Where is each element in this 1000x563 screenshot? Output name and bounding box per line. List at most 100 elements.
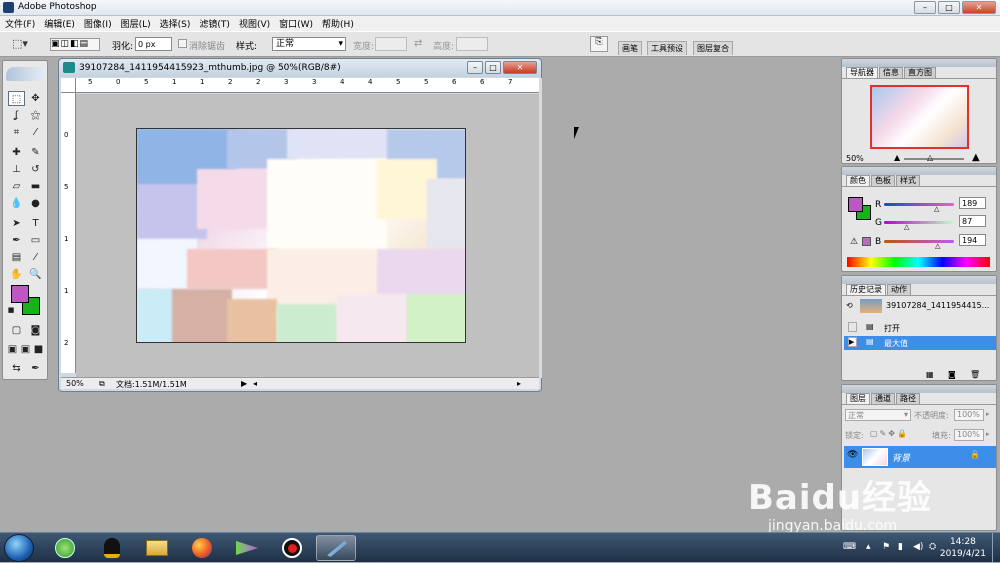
menu-filter[interactable]: 滤镜(T) xyxy=(199,17,230,30)
menu-image[interactable]: 图像(I) xyxy=(84,17,112,30)
taskbar-clock[interactable]: 14:28 2019/4/21 xyxy=(940,536,986,560)
tray-ime-icon[interactable]: ⛭ xyxy=(929,542,936,552)
pen-tool-icon[interactable]: ✒ xyxy=(8,233,25,248)
healing-brush-icon[interactable]: ✚ xyxy=(8,145,25,160)
menu-help[interactable]: 帮助(H) xyxy=(322,17,354,30)
move-tool-icon[interactable]: ✥ xyxy=(27,91,44,106)
selection-mode-icons[interactable]: ▣◫◧▤ xyxy=(50,38,100,51)
document-titlebar[interactable]: 39107284_1411954415923_mthumb.jpg @ 50%(… xyxy=(59,59,541,77)
tab-histogram[interactable]: 直方图 xyxy=(904,67,936,78)
dodge-tool-icon[interactable]: ● xyxy=(27,196,44,211)
brush-tool-icon[interactable]: ✎ xyxy=(27,145,44,160)
standard-mode-icon[interactable]: ▢ xyxy=(8,323,25,338)
g-slider[interactable] xyxy=(884,221,954,224)
screen-mode-full-menu-icon[interactable]: ▣ xyxy=(19,342,32,357)
slice-tool-icon[interactable]: ⁄ xyxy=(27,125,44,140)
taskbar-media-icon[interactable] xyxy=(227,535,267,561)
type-tool-icon[interactable]: T xyxy=(27,216,44,231)
navigator-thumbnail[interactable] xyxy=(870,85,969,149)
g-slider-thumb[interactable]: △ xyxy=(904,223,909,231)
eraser-tool-icon[interactable]: ▱ xyxy=(8,179,25,194)
taskbar-360-icon[interactable] xyxy=(45,535,85,561)
magic-wand-icon[interactable]: ⚝ xyxy=(27,108,44,123)
tray-keyboard-icon[interactable]: ⌨ xyxy=(843,542,856,552)
feather-logo-icon[interactable] xyxy=(6,67,46,81)
fill-arrow-icon[interactable]: ▸ xyxy=(986,430,990,438)
menu-select[interactable]: 选择(S) xyxy=(160,17,191,30)
zoom-out-icon[interactable]: ▲ xyxy=(894,153,900,162)
tab-swatches[interactable]: 色板 xyxy=(871,175,895,186)
navigator-zoom[interactable]: 50% xyxy=(846,154,864,163)
panel-grip[interactable] xyxy=(842,385,996,393)
menu-layer[interactable]: 图层(L) xyxy=(121,17,151,30)
image-canvas[interactable] xyxy=(136,128,466,343)
screen-mode-full-icon[interactable]: ■ xyxy=(32,342,45,357)
start-button[interactable] xyxy=(4,534,34,562)
scroll-right-icon[interactable]: ▸ xyxy=(517,379,521,388)
history-item[interactable]: ▤ 打开 xyxy=(844,321,996,335)
tab-history[interactable]: 历史记录 xyxy=(846,284,886,295)
menu-view[interactable]: 视图(V) xyxy=(239,17,270,30)
doc-close-button[interactable]: ✕ xyxy=(503,61,537,74)
tab-layer-comps[interactable]: 图层复合 xyxy=(693,41,733,55)
path-select-icon[interactable]: ➤ xyxy=(8,216,25,231)
lasso-tool-icon[interactable]: ʆ xyxy=(8,108,25,123)
taskbar-qq-icon[interactable] xyxy=(92,535,132,561)
jump-icon[interactable]: ✒ xyxy=(27,361,44,376)
history-brush-source-icon[interactable]: ⟲ xyxy=(846,301,853,310)
eye-icon[interactable]: 👁 xyxy=(847,450,858,460)
gradient-tool-icon[interactable]: ▬ xyxy=(27,179,44,194)
opacity-input[interactable]: 100% xyxy=(954,409,984,421)
zoom-level[interactable]: 50% xyxy=(66,379,84,388)
doc-minimize-button[interactable]: – xyxy=(467,61,483,74)
history-item-selected[interactable]: ▶ ▤ 最大值 xyxy=(844,336,996,350)
marquee-tool-icon[interactable]: ⬚ xyxy=(8,91,25,106)
zoom-slider[interactable] xyxy=(904,158,964,160)
b-slider[interactable] xyxy=(884,240,954,243)
imageready-icon[interactable]: ⇆ xyxy=(8,361,25,376)
zoom-in-icon[interactable]: ▲ xyxy=(972,152,980,163)
screen-mode-standard-icon[interactable]: ▣ xyxy=(6,342,19,357)
history-slider-icon[interactable]: ▶ xyxy=(848,337,857,347)
vertical-scrollbar[interactable] xyxy=(539,78,542,378)
crop-tool-icon[interactable]: ⌗ xyxy=(8,125,25,140)
file-browser-icon[interactable]: ⎘ xyxy=(590,36,608,52)
color-spectrum-bar[interactable] xyxy=(847,257,990,267)
feather-input[interactable]: 0 px xyxy=(135,37,172,51)
panel-grip[interactable] xyxy=(842,59,996,67)
tab-color[interactable]: 颜色 xyxy=(846,175,870,186)
r-slider-thumb[interactable]: △ xyxy=(934,205,939,213)
opacity-arrow-icon[interactable]: ▸ xyxy=(986,410,990,418)
tab-layers[interactable]: 图层 xyxy=(846,393,870,404)
history-snapshot[interactable]: ⟲ 39107284_1411954415... xyxy=(844,299,996,313)
tray-network-icon[interactable]: ▮ xyxy=(898,542,903,552)
zoom-tool-icon[interactable]: 🔍 xyxy=(27,267,44,282)
tab-styles[interactable]: 样式 xyxy=(896,175,920,186)
menu-window[interactable]: 窗口(W) xyxy=(279,17,313,30)
foreground-color-swatch[interactable] xyxy=(11,285,29,303)
color-fg-swatch[interactable] xyxy=(848,197,863,212)
doc-maximize-button[interactable]: □ xyxy=(485,61,501,74)
menu-edit[interactable]: 编辑(E) xyxy=(44,17,75,30)
tab-info[interactable]: 信息 xyxy=(879,67,903,78)
clone-stamp-icon[interactable]: ⊥ xyxy=(8,162,25,177)
tab-brushes[interactable]: 画笔 xyxy=(618,41,642,55)
tab-actions[interactable]: 动作 xyxy=(887,284,911,295)
gamut-warning-icon[interactable]: ⚠ xyxy=(850,237,858,247)
taskbar-firefox-icon[interactable] xyxy=(182,535,222,561)
tray-volume-icon[interactable]: ◀) xyxy=(913,542,923,552)
taskbar-photoshop-icon[interactable] xyxy=(316,535,356,561)
r-value[interactable]: 189 xyxy=(959,197,986,209)
default-colors-icon[interactable]: ■ xyxy=(7,306,15,314)
antialias-checkbox[interactable] xyxy=(178,39,187,48)
style-select[interactable]: 正常 ▾ xyxy=(272,37,346,51)
notes-tool-icon[interactable]: ▤ xyxy=(8,250,25,265)
status-info-icon[interactable]: ⧉ xyxy=(99,379,105,389)
minimize-button[interactable]: – xyxy=(914,1,936,14)
status-menu-arrow-icon[interactable]: ▶ xyxy=(241,379,247,388)
panel-grip[interactable] xyxy=(842,276,996,284)
lock-options-icon[interactable]: ▢✎✥🔒 xyxy=(870,429,909,438)
b-slider-thumb[interactable]: △ xyxy=(935,242,940,250)
gamut-swatch[interactable] xyxy=(862,237,871,246)
history-state-box[interactable] xyxy=(848,322,857,332)
